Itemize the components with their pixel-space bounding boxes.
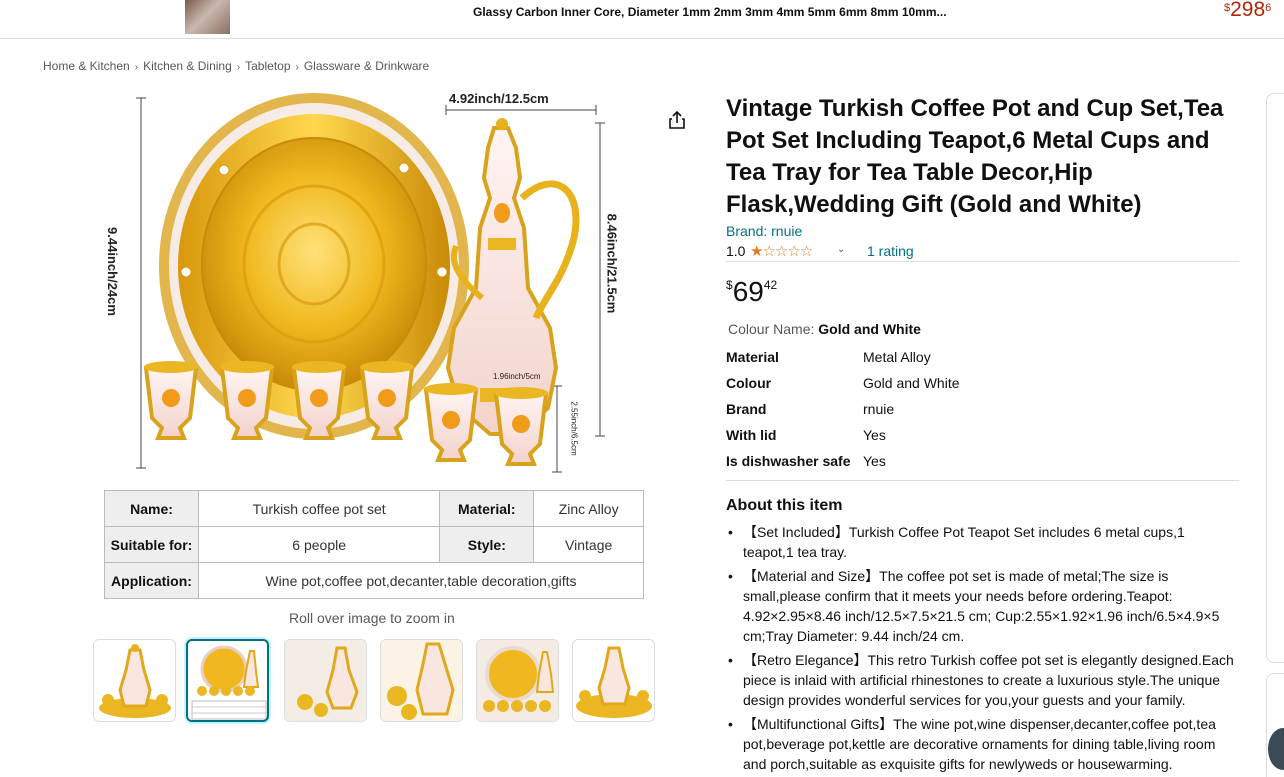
product-illustration — [136, 93, 605, 473]
star-rating-icon[interactable]: ★☆☆☆☆ — [750, 242, 813, 260]
list-item: 【Retro Elegance】This retro Turkish coffe… — [726, 650, 1239, 710]
price-fraction: 42 — [763, 278, 778, 292]
zoom-hint: Roll over image to zoom in — [289, 610, 455, 626]
rating-value: 1.0 — [726, 243, 746, 259]
breadcrumb-kitchen-dining[interactable]: Kitchen & Dining — [143, 59, 232, 73]
ratings-count-link[interactable]: 1 rating — [867, 243, 914, 259]
colour-value: Gold and White — [818, 321, 921, 337]
attribute-value: Yes — [863, 453, 886, 469]
thumbnail-image — [99, 644, 171, 718]
table-cell-value: Zinc Alloy — [533, 490, 644, 527]
thumbnail-6[interactable] — [572, 639, 655, 722]
dimension-pot-height-label: 8.46inch/21.5cm — [604, 213, 620, 314]
colour-name-line: Colour Name: Gold and White — [728, 321, 921, 337]
dimension-tray-label: 9.44inch/24cm — [104, 227, 120, 316]
attribute-key: Material — [726, 349, 779, 365]
table-cell-key: Application: — [104, 562, 199, 599]
table-row: Name: Turkish coffee pot set Material: Z… — [104, 490, 644, 527]
sticky-header: Glassy Carbon Inner Core, Diameter 1mm 2… — [0, 0, 1284, 39]
list-item: 【Multifunctional Gifts】The wine pot,wine… — [726, 714, 1239, 774]
thumbnail-image — [285, 640, 366, 721]
sticky-product-title[interactable]: Glassy Carbon Inner Core, Diameter 1mm 2… — [473, 5, 947, 19]
about-heading: About this item — [726, 497, 843, 514]
thumbnail-image — [191, 645, 267, 720]
sticky-price: $2986 — [1224, 0, 1271, 22]
price-whole: 69 — [732, 276, 764, 307]
chevron-down-icon[interactable]: ⌄ — [837, 244, 845, 255]
thumbnail-image — [381, 640, 462, 721]
image-spec-table: Name: Turkish coffee pot set Material: Z… — [104, 490, 644, 599]
table-cell-value: Turkish coffee pot set — [197, 490, 441, 527]
attribute-value: Yes — [863, 427, 886, 443]
price-symbol: $ — [1224, 2, 1231, 14]
thumbnail-1[interactable] — [93, 639, 176, 722]
table-cell-key: Style: — [439, 526, 535, 563]
breadcrumb-glassware[interactable]: Glassware & Drinkware — [304, 59, 429, 73]
list-item: 【Material and Size】The coffee pot set is… — [726, 566, 1239, 646]
colour-label: Colour Name: — [728, 321, 819, 337]
attribute-value: Metal Alloy — [863, 349, 931, 365]
thumbnail-2[interactable] — [186, 639, 269, 722]
thumbnail-image — [477, 640, 558, 721]
about-list: 【Set Included】Turkish Coffee Pot Teapot … — [726, 522, 1239, 777]
breadcrumb-home-kitchen[interactable]: Home & Kitchen — [43, 59, 130, 73]
dimension-cup-height-label: 2.55inch/6.5cm — [569, 401, 579, 456]
table-cell-value: Wine pot,coffee pot,decanter,table decor… — [198, 562, 644, 599]
thumbnail-5[interactable] — [476, 639, 559, 722]
divider — [726, 261, 1239, 262]
product-thumbnail-image[interactable] — [185, 0, 230, 34]
price-symbol: $ — [726, 278, 733, 292]
table-cell-value: 6 people — [197, 526, 441, 563]
table-cell-key: Suitable for: — [104, 526, 199, 563]
thumbnail-3[interactable] — [284, 639, 367, 722]
thumbnail-4[interactable] — [380, 639, 463, 722]
product-title: Vintage Turkish Coffee Pot and Cup Set,T… — [726, 95, 1224, 218]
dimension-cup-width-label: 1.96inch/5cm — [493, 372, 541, 381]
table-row: Suitable for: 6 people Style: Vintage — [104, 526, 644, 563]
breadcrumb-separator: › — [295, 62, 299, 73]
dimension-width-label: 4.92inch/12.5cm — [449, 91, 549, 106]
brand-link[interactable]: Brand: rnuie — [726, 223, 802, 239]
table-row: Application: Wine pot,coffee pot,decante… — [104, 562, 644, 599]
main-product-image[interactable]: 4.92inch/12.5cm 9.44inch/24cm 8.46inch/2… — [104, 88, 644, 600]
breadcrumb-tabletop[interactable]: Tabletop — [245, 59, 290, 73]
attribute-value: rnuie — [863, 401, 895, 417]
breadcrumb-separator: › — [236, 62, 241, 73]
attribute-key: Brand — [726, 401, 767, 417]
table-cell-value: Vintage — [533, 526, 644, 563]
divider — [726, 480, 1239, 481]
thumbnail-image — [576, 646, 652, 718]
attribute-key: Colour — [726, 375, 772, 391]
buy-box-panel — [1266, 93, 1284, 663]
attribute-key: With lid — [726, 427, 777, 443]
price-fraction: 6 — [1265, 2, 1272, 14]
attribute-value: Gold and White — [863, 375, 960, 391]
list-item: 【Set Included】Turkish Coffee Pot Teapot … — [726, 522, 1239, 562]
product-price: $6942 — [726, 276, 777, 308]
table-cell-key: Name: — [104, 490, 199, 527]
attribute-key: Is dishwasher safe — [726, 453, 851, 469]
price-whole: 298 — [1230, 0, 1266, 21]
table-cell-key: Material: — [439, 490, 535, 527]
share-icon[interactable] — [667, 110, 687, 130]
breadcrumb-separator: › — [134, 62, 139, 73]
breadcrumb: Home & Kitchen › Kitchen & Dining › Tabletop… — [43, 59, 429, 73]
